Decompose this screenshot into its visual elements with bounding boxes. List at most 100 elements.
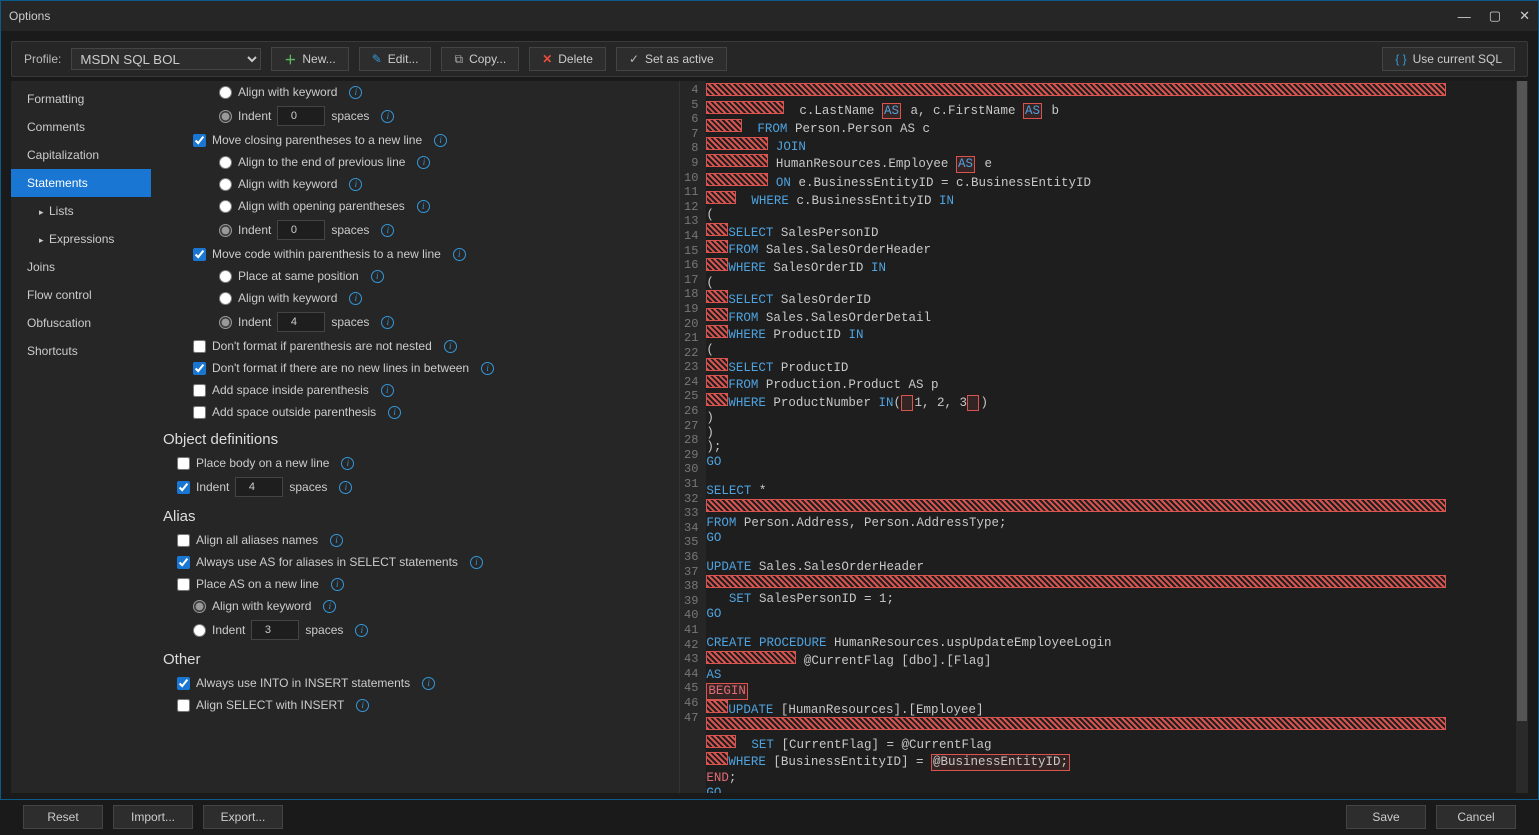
- label-align-aliases: Align all aliases names: [196, 533, 318, 547]
- window-title: Options: [9, 9, 50, 23]
- info-icon[interactable]: i: [323, 600, 336, 613]
- info-icon[interactable]: i: [381, 384, 394, 397]
- use-current-sql-button[interactable]: { }Use current SQL: [1382, 47, 1515, 71]
- info-icon[interactable]: i: [331, 578, 344, 591]
- titlebar: Options — ▢ ✕: [1, 1, 1538, 31]
- minimize-icon[interactable]: —: [1458, 9, 1471, 24]
- label-dont-format-newlines: Don't format if there are no new lines i…: [212, 361, 469, 375]
- info-icon[interactable]: i: [417, 156, 430, 169]
- label-spaces-objdef: spaces: [289, 480, 327, 494]
- info-icon[interactable]: i: [356, 699, 369, 712]
- info-icon[interactable]: i: [434, 134, 447, 147]
- label-align-keyword-2: Align with keyword: [238, 177, 337, 191]
- indent-value-3[interactable]: [277, 312, 325, 332]
- import-button[interactable]: Import...: [113, 805, 193, 829]
- label-place-body-newline: Place body on a new line: [196, 456, 329, 470]
- radio-align-end-prev[interactable]: [219, 156, 232, 169]
- info-icon[interactable]: i: [349, 86, 362, 99]
- maximize-icon[interactable]: ▢: [1489, 8, 1501, 24]
- info-icon[interactable]: i: [355, 624, 368, 637]
- sidebar-item-formatting[interactable]: Formatting: [11, 85, 151, 113]
- label-align-open-paren: Align with opening parentheses: [238, 199, 405, 213]
- label-indent-2: Indent: [238, 223, 271, 237]
- export-button[interactable]: Export...: [203, 805, 283, 829]
- code-lines: c.LastName AS a, c.FirstName AS b FROM P…: [706, 81, 1528, 793]
- check-move-closing[interactable]: [193, 134, 206, 147]
- label-align-select-insert: Align SELECT with INSERT: [196, 698, 344, 712]
- save-button[interactable]: Save: [1346, 805, 1426, 829]
- radio-align-keyword-4[interactable]: [193, 600, 206, 613]
- set-active-button[interactable]: ✓Set as active: [616, 47, 727, 71]
- info-icon[interactable]: i: [330, 534, 343, 547]
- reset-button[interactable]: Reset: [23, 805, 103, 829]
- info-icon[interactable]: i: [381, 316, 394, 329]
- info-icon[interactable]: i: [349, 292, 362, 305]
- check-always-use-as[interactable]: [177, 556, 190, 569]
- indent-value-alias[interactable]: [251, 620, 299, 640]
- radio-align-keyword-1[interactable]: [219, 86, 232, 99]
- info-icon[interactable]: i: [481, 362, 494, 375]
- check-add-space-inside[interactable]: [193, 384, 206, 397]
- sidebar-item-statements[interactable]: Statements: [11, 169, 151, 197]
- label-spaces-3: spaces: [331, 315, 369, 329]
- code-scrollbar[interactable]: [1516, 81, 1528, 793]
- chevron-right-icon: ▸: [39, 235, 49, 246]
- check-place-as-newline[interactable]: [177, 578, 190, 591]
- scrollbar-thumb[interactable]: [1517, 81, 1527, 721]
- info-icon[interactable]: i: [341, 457, 354, 470]
- label-indent-3: Indent: [238, 315, 271, 329]
- delete-button[interactable]: ✕Delete: [529, 47, 606, 71]
- sidebar-item-capitalization[interactable]: Capitalization: [11, 141, 151, 169]
- sidebar-item-shortcuts[interactable]: Shortcuts: [11, 337, 151, 365]
- check-indent-objdef[interactable]: [177, 481, 190, 494]
- sidebar-item-flow-control[interactable]: Flow control: [11, 281, 151, 309]
- cancel-button[interactable]: Cancel: [1436, 805, 1516, 829]
- indent-value-objdef[interactable]: [235, 477, 283, 497]
- check-dont-format-nested[interactable]: [193, 340, 206, 353]
- info-icon[interactable]: i: [371, 270, 384, 283]
- check-align-select-insert[interactable]: [177, 699, 190, 712]
- radio-indent-alias[interactable]: [193, 624, 206, 637]
- sidebar-item-label: Joins: [27, 260, 55, 274]
- sidebar-item-expressions[interactable]: ▸Expressions: [11, 225, 151, 253]
- radio-indent-3[interactable]: [219, 316, 232, 329]
- radio-place-same-pos[interactable]: [219, 270, 232, 283]
- sidebar-item-obfuscation[interactable]: Obfuscation: [11, 309, 151, 337]
- info-icon[interactable]: i: [422, 677, 435, 690]
- info-icon[interactable]: i: [349, 178, 362, 191]
- sidebar-item-lists[interactable]: ▸Lists: [11, 197, 151, 225]
- new-button[interactable]: ＋New...: [271, 47, 348, 71]
- radio-indent-1[interactable]: [219, 110, 232, 123]
- label-spaces-alias: spaces: [305, 623, 343, 637]
- radio-align-open-paren[interactable]: [219, 200, 232, 213]
- info-icon[interactable]: i: [444, 340, 457, 353]
- copy-button[interactable]: ⧉Copy...: [441, 47, 519, 71]
- info-icon[interactable]: i: [470, 556, 483, 569]
- info-icon[interactable]: i: [453, 248, 466, 261]
- profile-select[interactable]: MSDN SQL BOL: [71, 48, 261, 70]
- sidebar-item-label: Comments: [27, 120, 85, 134]
- indent-value-2[interactable]: [277, 220, 325, 240]
- info-icon[interactable]: i: [417, 200, 430, 213]
- label-indent-alias: Indent: [212, 623, 245, 637]
- indent-value-1[interactable]: [277, 106, 325, 126]
- check-place-body-newline[interactable]: [177, 457, 190, 470]
- check-move-code-within[interactable]: [193, 248, 206, 261]
- info-icon[interactable]: i: [339, 481, 352, 494]
- section-other: Other: [163, 643, 661, 672]
- sidebar-item-joins[interactable]: Joins: [11, 253, 151, 281]
- label-dont-format-nested: Don't format if parenthesis are not nest…: [212, 339, 432, 353]
- check-align-aliases[interactable]: [177, 534, 190, 547]
- info-icon[interactable]: i: [388, 406, 401, 419]
- edit-button[interactable]: ✎Edit...: [359, 47, 432, 71]
- check-dont-format-newlines[interactable]: [193, 362, 206, 375]
- info-icon[interactable]: i: [381, 224, 394, 237]
- check-always-use-into[interactable]: [177, 677, 190, 690]
- check-add-space-outside[interactable]: [193, 406, 206, 419]
- close-icon[interactable]: ✕: [1519, 8, 1530, 24]
- radio-indent-2[interactable]: [219, 224, 232, 237]
- sidebar-item-comments[interactable]: Comments: [11, 113, 151, 141]
- info-icon[interactable]: i: [381, 110, 394, 123]
- radio-align-keyword-3[interactable]: [219, 292, 232, 305]
- radio-align-keyword-2[interactable]: [219, 178, 232, 191]
